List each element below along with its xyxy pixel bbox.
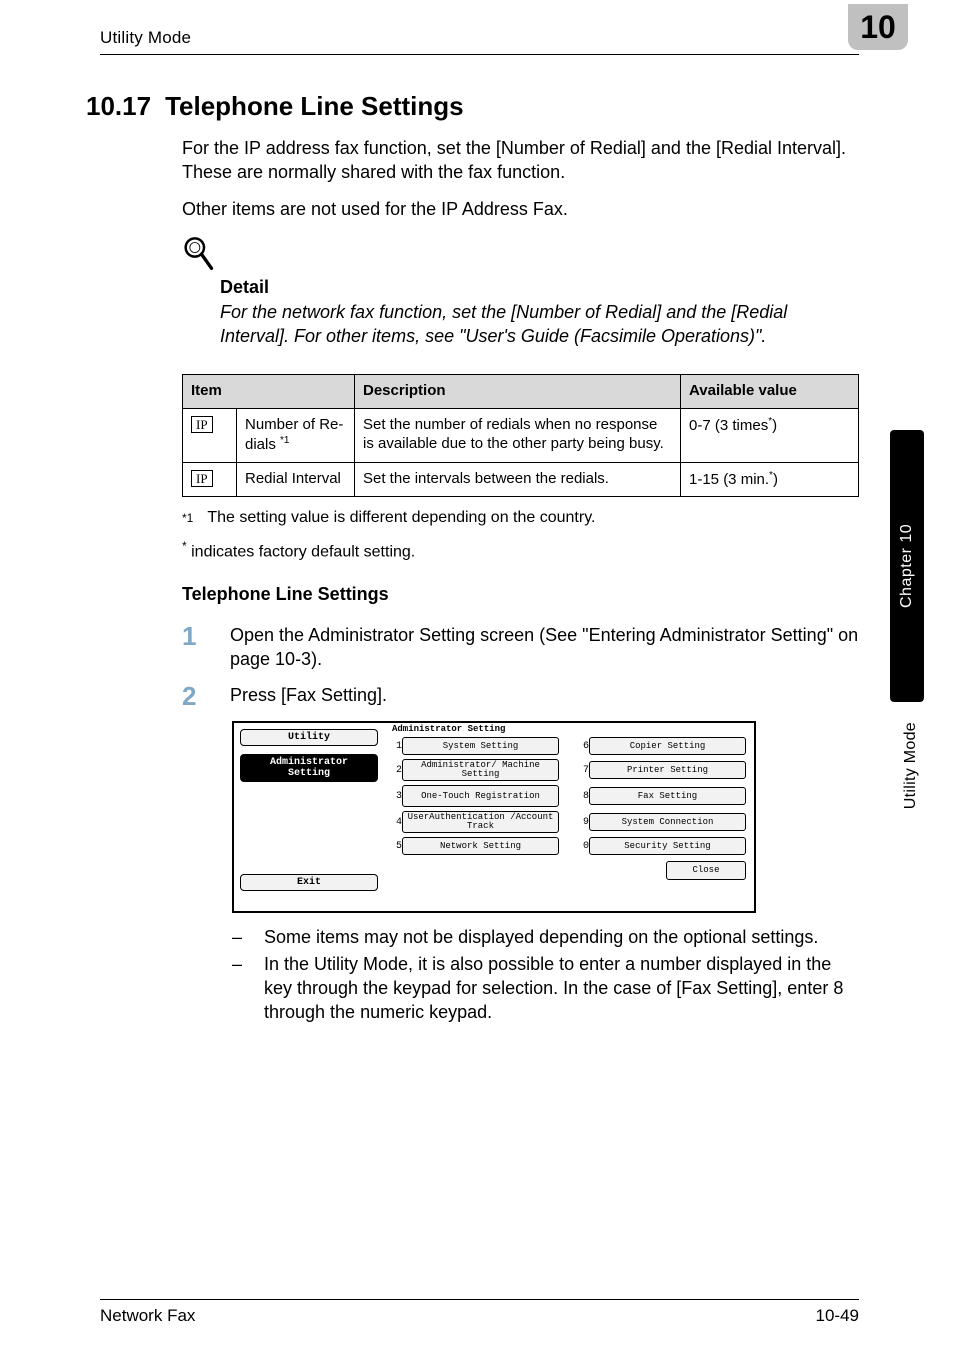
item-name-cell: Number of Re-dials *1	[237, 409, 355, 463]
chapter-number: 10	[860, 9, 896, 46]
admin-panel: Utility Administrator Setting Exit Admin…	[232, 721, 756, 913]
th-description: Description	[355, 375, 681, 409]
side-chapter-tab-text: Chapter 10	[898, 524, 916, 608]
section-number: 10.17	[86, 91, 151, 122]
panel-btn-num: 0	[577, 841, 589, 852]
ip-badge: IP	[191, 470, 213, 487]
panel-btn-num: 3	[390, 791, 402, 802]
notes: – Some items may not be displayed depend…	[232, 925, 859, 1024]
side-chapter-tab: Chapter 10	[890, 430, 924, 702]
page-footer: Network Fax 10-49	[100, 1299, 859, 1326]
note-2: – In the Utility Mode, it is also possib…	[232, 952, 859, 1025]
note-1: – Some items may not be displayed depend…	[232, 925, 859, 949]
panel-right-heading: Administrator Setting	[390, 725, 746, 734]
footnote-1: *1 The setting value is different depend…	[182, 509, 859, 527]
section-title: Telephone Line Settings	[165, 91, 464, 122]
note-2-text: In the Utility Mode, it is also possible…	[264, 952, 859, 1025]
panel-right-column: Administrator Setting 1 System Setting 6…	[384, 723, 754, 905]
detail-title: Detail	[220, 277, 859, 298]
panel-btn-num: 8	[577, 791, 589, 802]
factory-text: indicates factory default setting.	[187, 544, 416, 561]
item-value: 1-15 (3 min.*)	[681, 462, 859, 497]
intro-paragraph-1: For the IP address fax function, set the…	[182, 136, 859, 185]
header-left-text: Utility Mode	[100, 28, 191, 48]
item-value: 0-7 (3 times*)	[681, 409, 859, 463]
panel-btn-num: 5	[390, 841, 402, 852]
admin-panel-screenshot: Utility Administrator Setting Exit Admin…	[232, 721, 752, 913]
footnote-text: The setting value is different depending…	[207, 509, 595, 527]
step-2-number: 2	[182, 683, 208, 709]
page: Utility Mode 10 10.17 Telephone Line Set…	[0, 0, 954, 1352]
item-name-sup: *1	[280, 435, 289, 446]
panel-btn-admin-machine-setting[interactable]: Administrator/ Machine Setting	[402, 759, 559, 781]
dash-icon: –	[232, 952, 246, 1025]
panel-admin-setting-pill: Administrator Setting	[240, 754, 378, 782]
panel-btn-system-connection[interactable]: System Connection	[589, 813, 746, 831]
ip-badge: IP	[191, 416, 213, 433]
table-row: IP Redial Interval Set the intervals bet…	[183, 462, 859, 497]
detail-block: Detail For the network fax function, set…	[182, 235, 859, 349]
panel-btn-one-touch-registration[interactable]: One-Touch Registration	[402, 785, 559, 807]
panel-btn-fax-setting[interactable]: Fax Setting	[589, 787, 746, 805]
th-item: Item	[183, 375, 355, 409]
item-desc: Set the intervals between the redials.	[355, 462, 681, 497]
factory-default-note: * indicates factory default setting.	[182, 539, 859, 561]
footer-right: 10-49	[816, 1306, 859, 1326]
item-desc: Set the number of redials when no respon…	[355, 409, 681, 463]
step-1: 1 Open the Administrator Setting screen …	[182, 623, 859, 672]
item-value-post: )	[773, 471, 778, 488]
note-1-text: Some items may not be displayed dependin…	[264, 925, 859, 949]
detail-text: For the network fax function, set the [N…	[220, 300, 859, 349]
procedure-subhead: Telephone Line Settings	[182, 584, 859, 605]
intro-paragraph-2: Other items are not used for the IP Addr…	[182, 197, 859, 221]
th-available-value: Available value	[681, 375, 859, 409]
panel-btn-num: 1	[390, 741, 402, 752]
panel-exit-button[interactable]: Exit	[240, 874, 378, 891]
panel-btn-num: 4	[390, 817, 402, 828]
section-heading: 10.17 Telephone Line Settings	[86, 91, 859, 122]
item-name: Redial Interval	[245, 470, 341, 487]
panel-close-button[interactable]: Close	[666, 861, 746, 880]
panel-btn-num: 2	[390, 765, 402, 776]
footnote-mark: *1	[182, 511, 193, 525]
panel-btn-user-auth-account-track[interactable]: UserAuthentication /Account Track	[402, 811, 559, 833]
footer-left: Network Fax	[100, 1306, 195, 1326]
panel-btn-num: 7	[577, 765, 589, 776]
step-1-number: 1	[182, 623, 208, 672]
panel-btn-system-setting[interactable]: System Setting	[402, 737, 559, 755]
page-header: Utility Mode	[100, 28, 859, 55]
item-value-pre: 0-7 (3 times	[689, 417, 768, 434]
ip-badge-cell: IP	[183, 462, 237, 497]
panel-btn-printer-setting[interactable]: Printer Setting	[589, 761, 746, 779]
item-name: Number of Re-dials	[245, 416, 343, 453]
panel-btn-num: 9	[577, 817, 589, 828]
panel-btn-copier-setting[interactable]: Copier Setting	[589, 737, 746, 755]
panel-btn-num: 6	[577, 741, 589, 752]
step-2-text: Press [Fax Setting].	[230, 683, 859, 709]
item-value-post: )	[772, 417, 777, 434]
step-2: 2 Press [Fax Setting].	[182, 683, 859, 709]
table-row: IP Number of Re-dials *1 Set the number …	[183, 409, 859, 463]
item-value-pre: 1-15 (3 min.	[689, 471, 769, 488]
step-1-text: Open the Administrator Setting screen (S…	[230, 623, 859, 672]
magnifier-icon	[182, 235, 216, 275]
ip-badge-cell: IP	[183, 409, 237, 463]
panel-left-column: Utility Administrator Setting Exit	[234, 723, 384, 905]
settings-table: Item Description Available value IP Numb…	[182, 374, 859, 497]
side-mode-label: Utility Mode	[902, 722, 920, 809]
item-name-cell: Redial Interval	[237, 462, 355, 497]
chapter-number-tab: 10	[848, 4, 908, 50]
dash-icon: –	[232, 925, 246, 949]
panel-button-grid: 1 System Setting 6 Copier Setting 2 Admi…	[390, 737, 746, 855]
panel-utility-pill: Utility	[240, 729, 378, 746]
panel-btn-security-setting[interactable]: Security Setting	[589, 837, 746, 855]
panel-btn-network-setting[interactable]: Network Setting	[402, 837, 559, 855]
